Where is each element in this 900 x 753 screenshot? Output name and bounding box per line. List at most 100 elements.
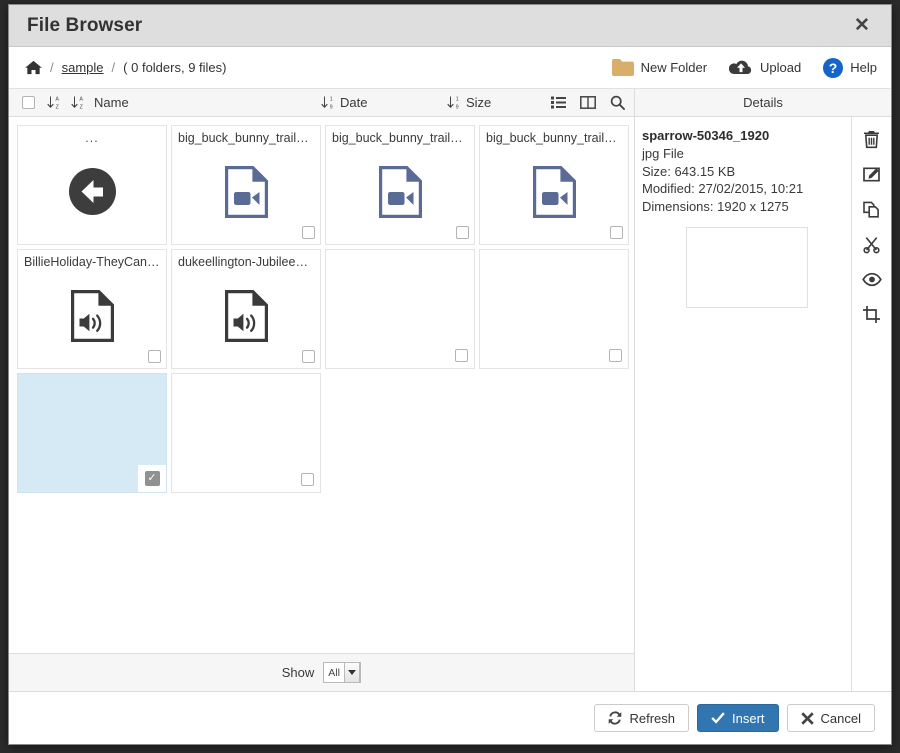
home-icon[interactable] xyxy=(25,60,42,75)
help-label: Help xyxy=(850,60,877,75)
sort-alpha-down-icon[interactable]: A Z xyxy=(46,95,61,110)
detail-filename: sparrow-50346_1920 xyxy=(642,128,851,143)
file-thumbnail xyxy=(334,262,468,352)
file-checkbox[interactable] xyxy=(148,350,161,363)
title-bar: File Browser ✕ xyxy=(9,5,891,47)
show-filter-select[interactable]: All xyxy=(323,662,361,683)
delete-icon[interactable] xyxy=(860,127,884,151)
file-tile[interactable]: big_buck_bunny_trailer_… xyxy=(325,125,475,245)
crop-icon[interactable] xyxy=(860,302,884,326)
check-icon xyxy=(711,712,725,724)
video-file-icon xyxy=(532,166,576,223)
file-checkbox[interactable] xyxy=(602,343,628,368)
file-tile[interactable] xyxy=(325,249,475,369)
file-list-pane: A Z A Z Name xyxy=(9,89,635,691)
file-thumbnail xyxy=(180,386,314,476)
breadcrumb-link-sample[interactable]: sample xyxy=(62,60,104,75)
upload-button[interactable]: Upload xyxy=(729,59,801,77)
file-icon xyxy=(18,276,166,360)
audio-file-icon xyxy=(224,290,268,347)
svg-text:9: 9 xyxy=(456,104,459,110)
file-icon xyxy=(480,152,628,236)
detail-filetype: jpg File xyxy=(642,145,851,163)
file-checkbox[interactable] xyxy=(302,350,315,363)
main-body: A Z A Z Name xyxy=(9,89,891,691)
help-button[interactable]: ? Help xyxy=(823,58,877,78)
insert-button[interactable]: Insert xyxy=(697,704,779,732)
refresh-button[interactable]: Refresh xyxy=(594,704,689,732)
svg-text:1: 1 xyxy=(330,97,333,103)
file-tile[interactable]: ... xyxy=(17,125,167,245)
file-icon xyxy=(172,152,320,236)
show-filter-value: All xyxy=(328,667,340,679)
help-circle-icon: ? xyxy=(823,58,843,78)
edit-icon[interactable] xyxy=(860,162,884,186)
svg-text:A: A xyxy=(79,97,83,103)
file-tile[interactable]: dukeellington-JubileeSt… xyxy=(171,249,321,369)
list-view-icon[interactable] xyxy=(551,96,566,109)
video-file-icon xyxy=(224,166,268,223)
preview-icon[interactable] xyxy=(860,267,884,291)
file-checkbox[interactable]: ✓ xyxy=(138,465,166,492)
file-name: big_buck_bunny_trailer_… xyxy=(178,131,314,145)
copy-icon[interactable] xyxy=(860,197,884,221)
file-checkbox[interactable] xyxy=(456,226,469,239)
file-thumbnail xyxy=(488,262,622,352)
chevron-down-icon xyxy=(344,662,360,683)
split-view-icon[interactable] xyxy=(580,96,596,109)
file-grid: ... big_buck_bunny_trailer_… big_buck_bunn… xyxy=(17,125,634,493)
file-name: BillieHoliday-TheyCantT… xyxy=(24,255,160,269)
file-name: big_buck_bunny_trailer_… xyxy=(486,131,622,145)
upload-label: Upload xyxy=(760,60,801,75)
detail-modified: Modified: 27/02/2015, 10:21 xyxy=(642,180,851,198)
svg-text:Z: Z xyxy=(80,104,83,110)
close-icon[interactable]: ✕ xyxy=(849,13,875,39)
column-name-label[interactable]: Name xyxy=(94,95,129,110)
file-tile[interactable]: big_buck_bunny_trailer_… xyxy=(479,125,629,245)
breadcrumb-separator-2: / xyxy=(112,60,116,75)
file-icon xyxy=(18,152,166,236)
file-checkbox[interactable] xyxy=(610,226,623,239)
page-title: File Browser xyxy=(27,15,142,37)
sort-numeric-down-icon-date[interactable]: 1 9 xyxy=(320,95,335,110)
audio-file-icon xyxy=(70,290,114,347)
file-tile[interactable]: ✓ xyxy=(17,373,167,493)
file-name: dukeellington-JubileeSt… xyxy=(178,255,314,269)
toolbar-actions: New Folder Upload ? Help xyxy=(612,58,877,78)
file-tile[interactable] xyxy=(171,373,321,493)
svg-text:9: 9 xyxy=(330,104,333,110)
sort-alpha-down-alt-icon[interactable]: A Z xyxy=(70,95,85,110)
file-icon xyxy=(326,152,474,236)
upload-cloud-icon xyxy=(729,59,753,77)
new-folder-button[interactable]: New Folder xyxy=(612,59,707,76)
file-grid-container[interactable]: ... big_buck_bunny_trailer_… big_buck_bunn… xyxy=(9,117,634,653)
details-body: sparrow-50346_1920 jpg File Size: 643.15… xyxy=(635,117,891,691)
close-x-icon xyxy=(801,712,814,725)
file-tile[interactable]: BillieHoliday-TheyCantT… xyxy=(17,249,167,369)
select-all-checkbox[interactable] xyxy=(22,96,35,109)
column-date-label[interactable]: Date xyxy=(340,95,367,110)
svg-text:Z: Z xyxy=(56,104,59,110)
sort-numeric-down-icon-size[interactable]: 1 9 xyxy=(446,95,461,110)
cancel-button[interactable]: Cancel xyxy=(787,704,875,732)
svg-text:A: A xyxy=(55,97,59,103)
details-tool-strip xyxy=(851,117,891,691)
cut-icon[interactable] xyxy=(860,232,884,256)
file-tile[interactable]: big_buck_bunny_trailer_… xyxy=(171,125,321,245)
folder-file-count: ( 0 folders, 9 files) xyxy=(123,60,226,75)
details-info: sparrow-50346_1920 jpg File Size: 643.15… xyxy=(635,117,851,691)
file-checkbox[interactable] xyxy=(294,467,320,492)
column-size-label[interactable]: Size xyxy=(466,95,491,110)
detail-size: Size: 643.15 KB xyxy=(642,163,851,181)
show-filter-bar: Show All xyxy=(9,653,634,691)
video-file-icon xyxy=(378,166,422,223)
file-checkbox[interactable] xyxy=(302,226,315,239)
file-checkbox[interactable] xyxy=(448,343,474,368)
back-arrow-circle-icon xyxy=(69,168,116,220)
breadcrumb: / sample / ( 0 folders, 9 files) xyxy=(25,60,227,75)
breadcrumb-separator-1: / xyxy=(50,60,54,75)
file-tile[interactable] xyxy=(479,249,629,369)
details-pane: Details sparrow-50346_1920 jpg File Size… xyxy=(635,89,891,691)
svg-text:?: ? xyxy=(829,60,838,76)
search-icon[interactable] xyxy=(610,95,625,110)
